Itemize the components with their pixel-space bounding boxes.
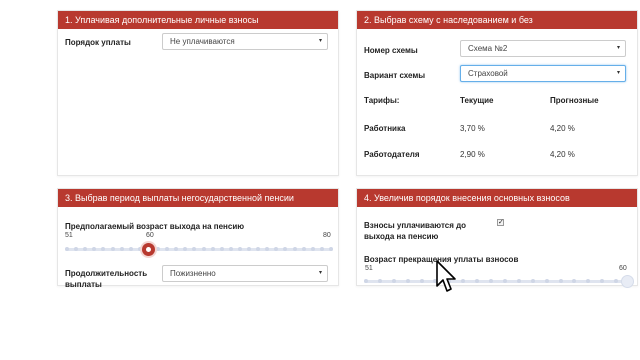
slider-tick [229, 247, 233, 251]
slider-tick [364, 279, 368, 283]
slider-tick [545, 279, 549, 283]
col-current-header: Текущие [460, 96, 494, 105]
tariff-row-label: Работодателя [364, 150, 420, 159]
slider-tick [392, 279, 396, 283]
slider-tick [283, 247, 287, 251]
order-select[interactable]: Не уплачиваются ▾ [162, 33, 328, 50]
slider-handle[interactable] [141, 243, 155, 256]
slider-tick [74, 247, 78, 251]
scheme-select[interactable]: Схема №2 ▾ [460, 40, 626, 57]
slider-tick [238, 247, 242, 251]
order-select-value: Не уплачиваются [170, 37, 235, 46]
slider-tick [202, 247, 206, 251]
pay-until-label-line: выхода на пенсию [364, 232, 439, 241]
slider-tick [220, 247, 224, 251]
slider-max-label: 80 [323, 232, 331, 239]
slider-tick [192, 247, 196, 251]
panel-contribution-order: 4. Увеличив порядок внесения основных вз… [356, 188, 638, 288]
slider-tick [174, 247, 178, 251]
slider-tick [614, 279, 618, 283]
panel-title: 1. Уплачивая дополнительные личные взнос… [58, 11, 338, 29]
tariff-row-current: 3,70 % [460, 124, 485, 133]
slider-tick [247, 247, 251, 251]
panel-payout-period: 3. Выбрав период выплаты негосударственн… [57, 188, 339, 289]
duration-label-line: выплаты [65, 280, 102, 289]
slider-tick [165, 247, 169, 251]
slider-tick [311, 247, 315, 251]
chevron-down-icon: ▾ [616, 45, 620, 51]
col-forecast-header: Прогнозные [550, 96, 599, 105]
slider-tick [517, 279, 521, 283]
pay-until-label: Взносы уплачиваются до выхода на пенсию [364, 220, 466, 242]
chevron-down-icon: ▾ [318, 38, 322, 44]
chevron-down-icon: ▾ [616, 70, 620, 76]
slider-tick [559, 279, 563, 283]
pay-until-checkbox[interactable]: ✓ [497, 219, 504, 226]
slider-tick [475, 279, 479, 283]
duration-select-value: Пожизненно [170, 269, 216, 278]
slider-min-label: 51 [365, 265, 373, 272]
duration-label: Продолжительность выплаты [65, 268, 147, 290]
scheme-select-value: Схема №2 [468, 44, 508, 53]
slider-tick [211, 247, 215, 251]
slider-tick [265, 247, 269, 251]
slider-tick [120, 247, 124, 251]
tariff-row-forecast: 4,20 % [550, 150, 575, 159]
slider-tick [156, 247, 160, 251]
pay-until-label-line: Взносы уплачиваются до [364, 221, 467, 230]
slider-max-label: 60 [619, 265, 627, 272]
slider-tick [503, 279, 507, 283]
slider-min-label: 51 [65, 232, 73, 239]
retirement-age-label: Предполагаемый возраст выхода на пенсию [65, 222, 245, 231]
slider-tick [586, 279, 590, 283]
panel-title: 4. Увеличив порядок внесения основных вз… [357, 189, 637, 207]
mouse-cursor-icon [436, 260, 456, 292]
slider-tick [320, 247, 324, 251]
stop-age-slider[interactable] [364, 279, 632, 283]
slider-tick [293, 247, 297, 251]
slider-tick [302, 247, 306, 251]
slider-tick [183, 247, 187, 251]
tariff-row-label: Работника [364, 124, 406, 133]
duration-label-line: Продолжительность [65, 269, 148, 278]
order-label: Порядок уплаты [65, 38, 131, 47]
panel-title: 2. Выбрав схему с наследованием и без [357, 11, 637, 29]
slider-tick [274, 247, 278, 251]
slider-tick [256, 247, 260, 251]
slider-tick [129, 247, 133, 251]
slider-tick [101, 247, 105, 251]
panel-scheme: 2. Выбрав схему с наследованием и без Но… [356, 10, 638, 176]
slider-tick [420, 279, 424, 283]
variant-label: Вариант схемы [364, 71, 426, 80]
retirement-age-slider[interactable] [65, 247, 333, 251]
slider-tick [329, 247, 333, 251]
slider-tick [600, 279, 604, 283]
tariff-row-forecast: 4,20 % [550, 124, 575, 133]
slider-handle[interactable] [621, 275, 634, 288]
variant-select[interactable]: Страховой ▾ [460, 65, 626, 82]
slider-tick [92, 247, 96, 251]
slider-tick [531, 279, 535, 283]
panel-title: 3. Выбрав период выплаты негосударственн… [58, 189, 338, 207]
slider-tick [461, 279, 465, 283]
chevron-down-icon: ▾ [318, 270, 322, 276]
slider-tick [111, 247, 115, 251]
slider-tick [406, 279, 410, 283]
slider-tick [83, 247, 87, 251]
variant-select-value: Страховой [468, 69, 508, 78]
tariffs-label: Тарифы: [364, 96, 400, 105]
tariff-row-current: 2,90 % [460, 150, 485, 159]
slider-tick [572, 279, 576, 283]
slider-value-label: 60 [146, 232, 154, 239]
scheme-label: Номер схемы [364, 46, 418, 55]
slider-tick [378, 279, 382, 283]
slider-tick [65, 247, 69, 251]
duration-select[interactable]: Пожизненно ▾ [162, 265, 328, 282]
slider-tick [489, 279, 493, 283]
panel-additional-contributions: 1. Уплачивая дополнительные личные взнос… [57, 10, 339, 176]
